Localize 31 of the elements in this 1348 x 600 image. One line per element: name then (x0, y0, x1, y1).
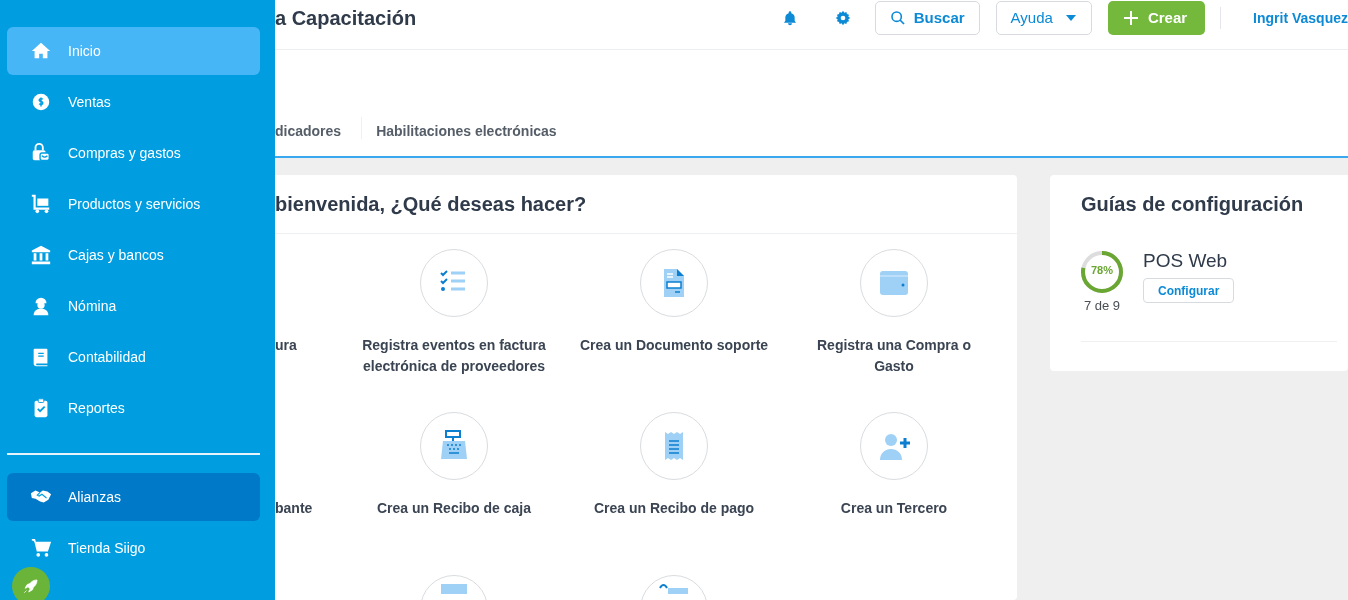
sidebar-item[interactable]: Compras y gastos (7, 129, 260, 177)
card-title: Guías de configuración (1081, 192, 1305, 217)
guide-name: POS Web (1143, 250, 1228, 272)
sidebar-item[interactable]: Ventas (7, 78, 260, 126)
action-label: bante (275, 499, 313, 518)
sidebar-item[interactable]: Alianzas (7, 473, 260, 521)
tab[interactable]: dicadores (275, 123, 342, 139)
tab[interactable]: Habilitaciones electrónicas (376, 123, 557, 139)
help-dropdown[interactable]: Ayuda (995, 0, 1092, 35)
sidebar-item[interactable]: Inicio (7, 27, 260, 75)
sidebar-item[interactable]: Tienda Siigo (7, 524, 260, 572)
sidebar-item[interactable]: Contabilidad (7, 333, 260, 381)
create-button[interactable]: Crear (1107, 0, 1206, 35)
sidebar-item[interactable]: Nómina (7, 282, 260, 330)
action-label[interactable]: Registra una Compra o Gasto (799, 335, 989, 377)
page-title: a Capacitación (275, 7, 417, 30)
card-title: bienvenida, ¿Qué deseas hacer? (275, 175, 1017, 234)
sidebar-item[interactable]: Reportes (7, 384, 260, 432)
sidebar-item[interactable]: Productos y servicios (7, 180, 260, 228)
action-label[interactable]: Crea un Recibo de caja (359, 498, 549, 519)
action-label[interactable]: Crea un Documento soporte (579, 335, 769, 356)
search-button[interactable]: Buscar (874, 0, 980, 35)
action-label[interactable]: Registra eventos en factura electrónica de proveedores (359, 335, 549, 377)
action-label[interactable]: Crea un Recibo de pago (579, 498, 769, 519)
user-menu[interactable]: Ingrit Vasquez (1253, 9, 1348, 26)
sidebar-item[interactable]: Cajas y bancos (7, 231, 260, 279)
action-label[interactable]: Crea un Tercero (799, 498, 989, 519)
action-label: ura (275, 336, 297, 355)
progress-count: 7 de 9 (1083, 298, 1121, 313)
progress-percent: 78% (1090, 264, 1114, 276)
configure-button[interactable]: Configurar (1143, 278, 1235, 303)
